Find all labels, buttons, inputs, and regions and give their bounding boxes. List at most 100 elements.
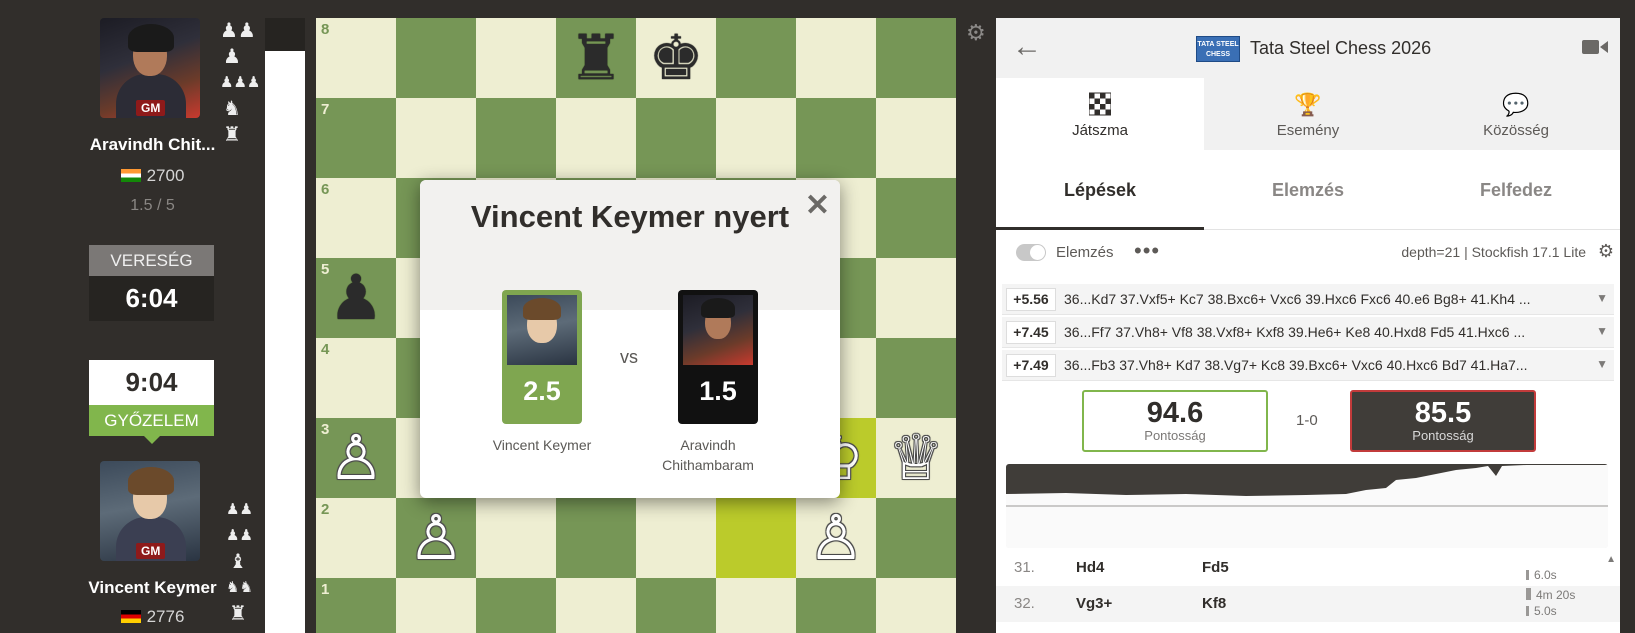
black-move[interactable]: Kf8 [1202,595,1226,612]
captured-pawns-icon: ♟♟ [226,501,253,518]
close-icon[interactable]: ✕ [805,188,830,223]
square-a7[interactable]: 7 [316,98,396,178]
square-h3[interactable]: ♕ [876,418,956,498]
tab-moves[interactable]: Lépések [996,150,1204,230]
chevron-down-icon[interactable]: ▼ [1596,357,1608,371]
time-text: 5.0s [1534,604,1557,618]
white-piece[interactable]: ♙ [316,418,396,498]
scroll-up-icon[interactable]: ▲ [1606,554,1616,565]
square-d7[interactable] [556,98,636,178]
square-a5[interactable]: 5 ♟ [316,258,396,338]
player-name[interactable]: Vincent Keymer [80,578,225,598]
accuracy-value: 94.6 [1146,397,1204,429]
rating-value: 2776 [146,607,185,626]
line-eval: +7.49 [1006,354,1056,377]
black-piece[interactable]: ♚ [636,18,716,98]
black-move[interactable]: Fd5 [1202,559,1229,576]
board-settings-gear-icon[interactable]: ⚙ [966,20,986,46]
square-f8[interactable] [716,18,796,98]
more-options-icon[interactable]: ••• [1134,238,1160,264]
clock: 6:04 [89,276,214,321]
event-title[interactable]: Tata Steel Chess 2026 [1250,38,1431,59]
square-e8[interactable]: ♚ [636,18,716,98]
captured-pieces-top: ♟♟ ♟ ♟♟♟ ♞ ♜ [220,18,260,148]
square-c1[interactable] [476,578,556,633]
square-d2[interactable] [556,498,636,578]
chevron-down-icon[interactable]: ▼ [1596,291,1608,305]
square-a1[interactable]: 1 [316,578,396,633]
analysis-toggle[interactable] [1016,244,1046,261]
square-h6[interactable] [876,178,956,258]
square-b1[interactable] [396,578,476,633]
square-h5[interactable] [876,258,956,338]
move-row[interactable]: 32. Vg3+ Kf8 4m 20s 5.0s [996,586,1620,622]
tab-game[interactable]: Játszma [996,78,1204,150]
video-camera-icon[interactable] [1582,38,1608,56]
time-text: 6.0s [1534,568,1557,582]
square-h2[interactable] [876,498,956,578]
white-piece[interactable]: ♙ [796,498,876,578]
player-name[interactable]: Aravindh Chit... [80,135,225,155]
square-g7[interactable] [796,98,876,178]
black-piece[interactable]: ♟ [316,258,396,338]
white-piece[interactable]: ♙ [396,498,476,578]
square-e1[interactable] [636,578,716,633]
square-h7[interactable] [876,98,956,178]
square-e7[interactable] [636,98,716,178]
square-d1[interactable] [556,578,636,633]
avatar-bottom-player[interactable]: GM [100,461,200,561]
square-a3[interactable]: 3 ♙ [316,418,396,498]
accuracy-label: Pontosság [1144,428,1206,443]
square-d8[interactable]: ♜ [556,18,636,98]
square-b7[interactable] [396,98,476,178]
winner-avatar [507,295,577,365]
tab-event[interactable]: 🏆 Esemény [1204,78,1412,150]
white-accuracy: 94.6 Pontosság [1082,390,1268,452]
square-f1[interactable] [716,578,796,633]
square-g1[interactable] [796,578,876,633]
winner-card: 2.5 [502,290,582,424]
square-h1[interactable] [876,578,956,633]
result-pointer [143,436,160,444]
chat-icon: 💬 [1502,92,1530,117]
square-b8[interactable] [396,18,476,98]
square-a6[interactable]: 6 [316,178,396,258]
square-c7[interactable] [476,98,556,178]
square-a4[interactable]: 4 [316,338,396,418]
white-move[interactable]: Vg3+ [1076,595,1112,612]
square-a8[interactable]: 8 [316,18,396,98]
tab-label: Közösség [1483,122,1549,139]
white-piece[interactable]: ♕ [876,418,956,498]
square-h4[interactable] [876,338,956,418]
square-c8[interactable] [476,18,556,98]
engine-line[interactable]: +5.56 36...Kd7 37.Vxf5+ Kc7 38.Bxc6+ Vxc… [1002,284,1614,315]
move-number: 31. [1014,559,1035,576]
player-score: 1.5 / 5 [130,197,175,214]
square-g8[interactable] [796,18,876,98]
move-row[interactable]: 31. Hd4 Fd5 6.0s [996,550,1620,586]
square-g2[interactable]: ♙ [796,498,876,578]
black-piece[interactable]: ♜ [556,18,636,98]
tab-community[interactable]: 💬 Közösség [1412,78,1620,150]
bottom-result-box: 9:04 GYŐZELEM [89,360,214,444]
square-h8[interactable] [876,18,956,98]
white-move[interactable]: Hd4 [1076,559,1104,576]
square-e2[interactable] [636,498,716,578]
result-label: VERESÉG [89,245,214,276]
engine-line[interactable]: +7.49 36...Fb3 37.Vh8+ Kd7 38.Vg7+ Kc8 3… [1002,350,1614,381]
engine-line[interactable]: +7.45 36...Ff7 37.Vh8+ Vf8 38.Vxf8+ Kxf8… [1002,317,1614,348]
tab-analysis[interactable]: Elemzés [1204,150,1412,230]
square-f2[interactable] [716,498,796,578]
square-f7[interactable] [716,98,796,178]
square-b2[interactable]: ♙ [396,498,476,578]
top-result-box: VERESÉG 6:04 [89,245,214,321]
back-arrow-icon[interactable]: ← [1012,30,1042,64]
toggle-knob [1030,245,1045,260]
square-c2[interactable] [476,498,556,578]
chevron-down-icon[interactable]: ▼ [1596,324,1608,338]
avatar-top-player[interactable]: GM [100,18,200,118]
square-a2[interactable]: 2 [316,498,396,578]
tab-explore[interactable]: Felfedez [1412,150,1620,230]
evaluation-graph[interactable] [1006,464,1608,548]
engine-settings-gear-icon[interactable]: ⚙ [1598,241,1614,262]
